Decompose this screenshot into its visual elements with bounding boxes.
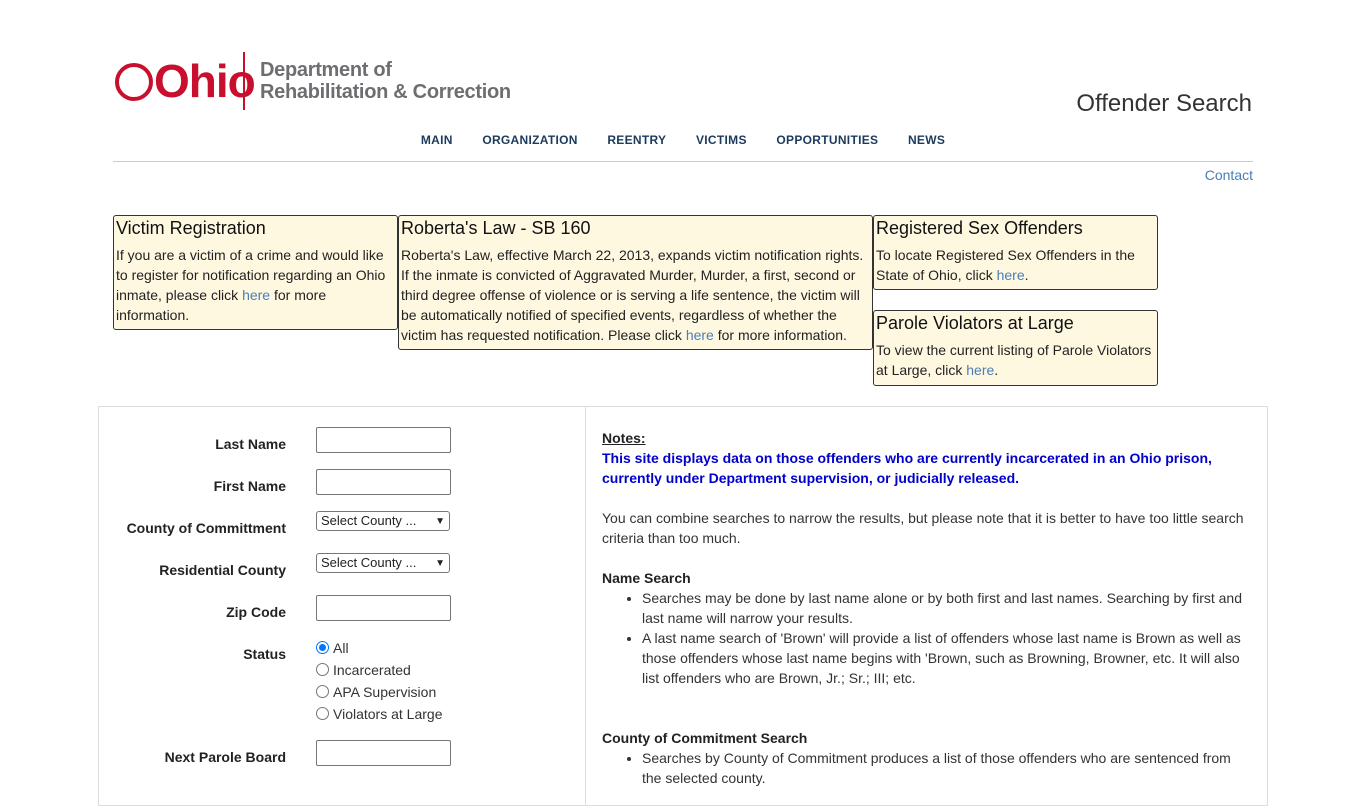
chevron-down-icon: ▼	[435, 558, 445, 569]
nav-main[interactable]: MAIN	[421, 133, 453, 147]
zip-code-input[interactable]	[316, 595, 451, 621]
notes-intro: You can combine searches to narrow the r…	[602, 510, 1244, 546]
status-option-violators-label: Violators at Large	[333, 706, 443, 722]
victim-registration-here-link[interactable]: here	[242, 287, 270, 303]
odrc-logo[interactable]: Ohio Department of Rehabilitation & Corr…	[113, 50, 523, 112]
ohio-logo-text: Ohio	[154, 55, 256, 107]
roberta-text-after: for more information.	[713, 327, 847, 343]
logo-dept-line1: Department of	[260, 59, 392, 81]
nav-victims[interactable]: VICTIMS	[696, 133, 747, 147]
status-option-incarcerated-label: Incarcerated	[333, 662, 411, 678]
contact-link[interactable]: Contact	[1205, 167, 1253, 183]
victim-registration-box: Victim Registration If you are a victim …	[113, 215, 398, 330]
county-search-list: Searches by County of Commitment produce…	[602, 748, 1252, 788]
registered-sex-offenders-title: Registered Sex Offenders	[876, 218, 1083, 238]
logo-department-name: Department of Rehabilitation & Correctio…	[260, 59, 511, 103]
radio-icon[interactable]	[316, 663, 329, 676]
registered-sex-offenders-box: Registered Sex Offenders To locate Regis…	[873, 215, 1158, 290]
victim-registration-text: If you are a victim of a crime and would…	[116, 245, 395, 325]
parole-violators-title: Parole Violators at Large	[876, 313, 1074, 333]
residential-county-select[interactable]: Select County ... ▼	[316, 553, 450, 573]
main-nav: MAIN ORGANIZATION REENTRY VICTIMS OPPORT…	[0, 133, 1366, 147]
next-parole-board-input[interactable]	[316, 740, 451, 766]
nav-news[interactable]: NEWS	[908, 133, 945, 147]
radio-icon[interactable]	[316, 707, 329, 720]
county-commitment-selected: Select County ...	[321, 513, 417, 528]
list-item: A last name search of 'Brown' will provi…	[642, 628, 1252, 688]
status-option-violators-at-large[interactable]: Violators at Large	[316, 706, 442, 722]
victim-registration-title: Victim Registration	[116, 218, 266, 238]
status-label: Status	[243, 646, 286, 662]
robertas-law-here-link[interactable]: here	[686, 327, 714, 343]
registered-sex-offenders-here-link[interactable]: here	[997, 267, 1025, 283]
first-name-label: First Name	[213, 478, 286, 494]
robertas-law-box: Roberta's Law - SB 160 Roberta's Law, ef…	[398, 215, 873, 350]
panel-divider	[585, 406, 586, 806]
status-option-all[interactable]: All	[316, 640, 349, 656]
logo-divider	[243, 52, 245, 110]
robertas-law-text: Roberta's Law, effective March 22, 2013,…	[401, 245, 870, 345]
status-option-incarcerated[interactable]: Incarcerated	[316, 662, 411, 678]
nav-reentry[interactable]: REENTRY	[607, 133, 666, 147]
name-search-list: Searches may be done by last name alone …	[602, 588, 1252, 688]
rso-text-after: .	[1024, 267, 1029, 283]
radio-selected-icon[interactable]	[316, 641, 329, 654]
parole-violators-text: To view the current listing of Parole Vi…	[876, 340, 1155, 380]
search-notes: Notes: This site displays data on those …	[602, 428, 1252, 788]
radio-icon[interactable]	[316, 685, 329, 698]
list-item: Searches by County of Commitment produce…	[642, 748, 1252, 788]
parole-text-before: To view the current listing of Parole Vi…	[876, 342, 1152, 378]
status-option-apa-supervision[interactable]: APA Supervision	[316, 684, 436, 700]
notes-highlight: This site displays data on those offende…	[602, 450, 1212, 486]
zip-code-label: Zip Code	[226, 604, 286, 620]
parole-text-after: .	[994, 362, 999, 378]
nav-opportunities[interactable]: OPPORTUNITIES	[776, 133, 878, 147]
next-parole-board-label: Next Parole Board	[164, 749, 286, 765]
last-name-input[interactable]	[316, 427, 451, 453]
chevron-down-icon: ▼	[435, 516, 445, 527]
name-search-heading: Name Search	[602, 570, 691, 586]
status-option-all-label: All	[333, 640, 349, 656]
last-name-label: Last Name	[215, 436, 286, 452]
residential-county-selected: Select County ...	[321, 555, 417, 570]
notes-heading: Notes:	[602, 430, 646, 446]
robertas-law-title: Roberta's Law - SB 160	[401, 218, 591, 238]
residential-county-label: Residential County	[159, 562, 286, 578]
parole-violators-box: Parole Violators at Large To view the cu…	[873, 310, 1158, 386]
status-option-apa-label: APA Supervision	[333, 684, 437, 700]
page-title: Offender Search	[1076, 90, 1252, 117]
parole-violators-here-link[interactable]: here	[966, 362, 994, 378]
nav-organization[interactable]: ORGANIZATION	[482, 133, 577, 147]
logo-dept-line2: Rehabilitation & Correction	[260, 81, 511, 103]
nav-divider	[113, 161, 1253, 162]
county-search-heading: County of Commitment Search	[602, 730, 808, 746]
registered-sex-offenders-text: To locate Registered Sex Offenders in th…	[876, 245, 1155, 285]
first-name-input[interactable]	[316, 469, 451, 495]
ohio-logo-o-icon	[115, 63, 153, 101]
county-commitment-label: County of Committment	[126, 520, 286, 536]
county-commitment-select[interactable]: Select County ... ▼	[316, 511, 450, 531]
ohio-logo-wordmark: Ohio	[115, 54, 256, 108]
list-item: Searches may be done by last name alone …	[642, 588, 1252, 628]
